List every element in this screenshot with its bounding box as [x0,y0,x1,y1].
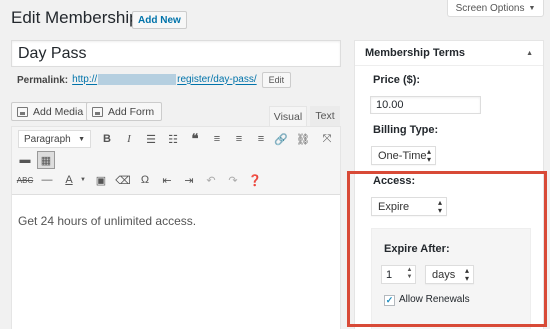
clear-formatting-icon[interactable]: ⌫ [114,171,132,189]
link-icon[interactable]: 🔗 [272,130,290,148]
redo-icon[interactable]: ↷ [224,171,242,189]
expire-number-value: 1 [386,268,393,281]
bullet-list-icon[interactable]: ☰ [142,130,160,148]
editor-content[interactable]: Get 24 hours of unlimited access. [18,214,196,228]
expire-number-input[interactable]: 1 ▲ ▼ [381,265,416,284]
select-arrows-icon: ▴ ▾ [464,265,469,283]
expire-panel: Expire After: 1 ▲ ▼ days ▴ ▾ ✓ Allow Renew… [371,228,531,329]
numbered-list-icon[interactable]: ☷ [164,130,182,148]
add-form-label: Add Form [108,105,155,118]
billing-type-select[interactable]: One-Time ▴ ▾ [371,146,436,165]
permalink-row: Permalink: http:// register/day-pass/ Edi… [17,72,292,88]
billing-type-value: One-Time [378,149,427,162]
blockquote-icon[interactable]: ❝ [186,130,204,148]
indent-icon[interactable]: ⇥ [180,171,198,189]
read-more-icon[interactable]: ▬ [16,151,34,169]
post-title-input[interactable]: Day Pass [11,40,341,67]
form-icon [92,106,103,117]
permalink-label: Permalink: [17,74,69,86]
strikethrough-icon[interactable]: ABC [16,171,34,189]
unlink-icon[interactable]: ⛓ [294,130,312,148]
media-icon [17,106,28,117]
add-media-button[interactable]: Add Media [11,102,92,121]
edit-permalink-button[interactable]: Edit [261,72,292,88]
select-arrows-icon: ▴ ▾ [437,197,442,215]
redacted-domain [98,74,177,86]
text-color-dropdown-icon[interactable]: ▼ [74,171,92,189]
add-new-button[interactable]: Add New [132,11,187,29]
allow-renewals-label: Allow Renewals [399,294,470,305]
add-form-button[interactable]: Add Form [86,102,163,121]
tab-text[interactable]: Text [310,106,340,126]
special-character-icon[interactable]: Ω [136,171,154,189]
align-right-icon[interactable]: ≡ [252,130,270,148]
editor-toolbar: Paragraph ▼ B I ☰ ☷ ❝ ≡ ≡ ≡ 🔗 ⛓ ⤧ ▬ ▦ AB… [12,127,340,195]
align-center-icon[interactable]: ≡ [230,130,248,148]
paste-text-icon[interactable]: ▣ [92,171,110,189]
expire-after-label: Expire After: [384,243,450,255]
align-left-icon[interactable]: ≡ [208,130,226,148]
screen-options-button[interactable]: Screen Options ▼ [447,0,544,17]
bold-icon[interactable]: B [98,130,116,148]
collapse-arrow-icon[interactable]: ▲ [526,50,533,57]
allow-renewals-checkbox[interactable]: ✓ [384,295,395,306]
membership-terms-header[interactable]: Membership Terms ▲ [355,41,543,66]
access-label: Access: [373,175,416,187]
price-label: Price ($): [373,74,421,86]
access-value: Expire [378,200,410,213]
chevron-down-icon: ▼ [78,135,85,143]
horizontal-line-icon[interactable]: — [38,171,56,189]
spinner-icon[interactable]: ▲ ▼ [405,267,414,282]
outdent-icon[interactable]: ⇤ [158,171,176,189]
undo-icon[interactable]: ↶ [202,171,220,189]
format-select-value: Paragraph [24,133,71,145]
permalink-link[interactable]: http:// register/day-pass/ [72,74,257,86]
caret-down-icon: ▼ [528,4,536,12]
italic-icon[interactable]: I [120,130,138,148]
format-select[interactable]: Paragraph ▼ [18,130,91,148]
screen-options-label: Screen Options [455,2,525,14]
membership-terms-title: Membership Terms [365,47,466,59]
expire-unit-select[interactable]: days ▴ ▾ [425,265,474,284]
checkmark-icon: ✓ [385,295,394,305]
help-icon[interactable]: ❓ [246,171,264,189]
permalink-prefix: http:// [72,74,98,86]
price-input[interactable]: 10.00 [370,96,481,114]
tab-visual[interactable]: Visual [269,106,307,126]
add-media-label: Add Media [33,105,84,118]
expire-unit-value: days [432,268,456,281]
permalink-path: register/day-pass/ [177,74,257,86]
fullscreen-icon[interactable]: ⤧ [318,130,336,148]
content-editor: Paragraph ▼ B I ☰ ☷ ❝ ≡ ≡ ≡ 🔗 ⛓ ⤧ ▬ ▦ AB… [11,126,341,329]
toolbar-toggle-icon[interactable]: ▦ [37,151,55,169]
billing-type-label: Billing Type: [373,124,439,136]
page-title: Edit Membership [11,8,139,27]
membership-terms-box: Membership Terms ▲ Price ($): 10.00 Bill… [354,40,544,329]
select-arrows-icon: ▴ ▾ [426,146,431,164]
access-select[interactable]: Expire ▴ ▾ [371,197,447,216]
